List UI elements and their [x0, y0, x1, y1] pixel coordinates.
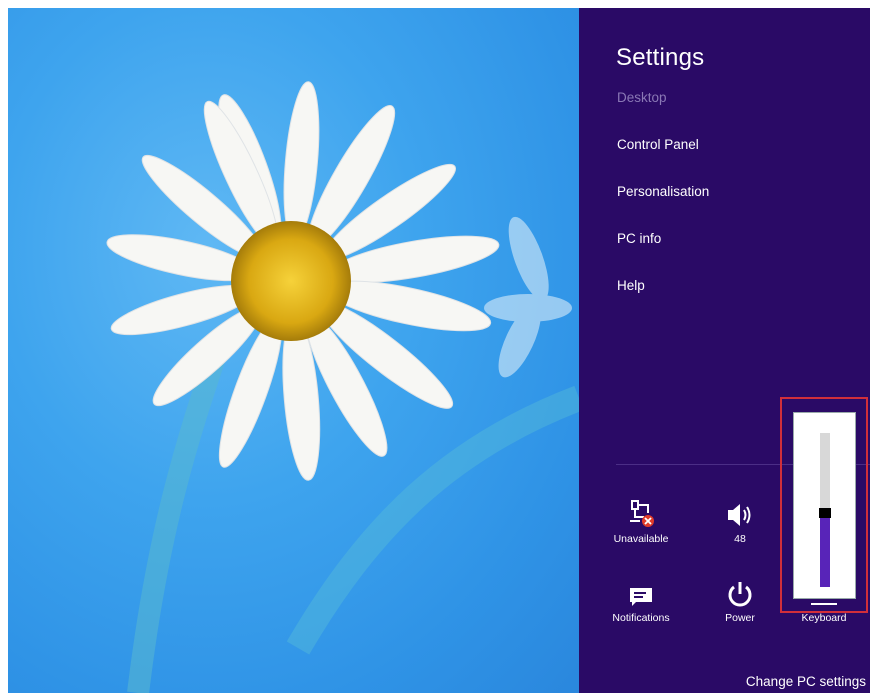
- settings-charm-panel: Settings Desktop Control Panel Personali…: [579, 8, 870, 693]
- settings-title: Settings: [616, 44, 705, 71]
- power-tile[interactable]: Power: [695, 574, 785, 624]
- change-pc-settings-link[interactable]: Change PC settings: [746, 674, 866, 689]
- volume-slider-thumb[interactable]: [819, 508, 831, 518]
- desktop-wallpaper: [8, 8, 579, 693]
- daisy-illustration: [106, 81, 579, 693]
- menu-item-help[interactable]: Help: [617, 278, 645, 293]
- notifications-tile[interactable]: Notifications: [596, 574, 686, 624]
- menu-item-desktop: Desktop: [617, 90, 667, 105]
- volume-tile[interactable]: 48: [695, 495, 785, 545]
- volume-slider-popup: [793, 412, 856, 599]
- menu-item-pc-info[interactable]: PC info: [617, 231, 661, 246]
- volume-slider-highlight: [780, 397, 868, 613]
- menu-item-control-panel[interactable]: Control Panel: [617, 137, 699, 152]
- power-icon: [728, 582, 752, 607]
- network-tile-label: Unavailable: [613, 533, 669, 545]
- volume-slider-track[interactable]: [819, 433, 831, 587]
- power-tile-label: Power: [725, 612, 755, 624]
- notifications-icon: [630, 588, 652, 606]
- keyboard-tile-label: Keyboard: [801, 612, 847, 624]
- volume-tile-label: 48: [734, 533, 746, 545]
- network-unavailable-icon: [630, 500, 654, 527]
- network-tile[interactable]: Unavailable: [596, 495, 686, 545]
- menu-item-personalisation[interactable]: Personalisation: [617, 184, 709, 199]
- speaker-icon: [728, 504, 751, 526]
- volume-slider-fill: [820, 518, 830, 587]
- notifications-tile-label: Notifications: [612, 612, 670, 624]
